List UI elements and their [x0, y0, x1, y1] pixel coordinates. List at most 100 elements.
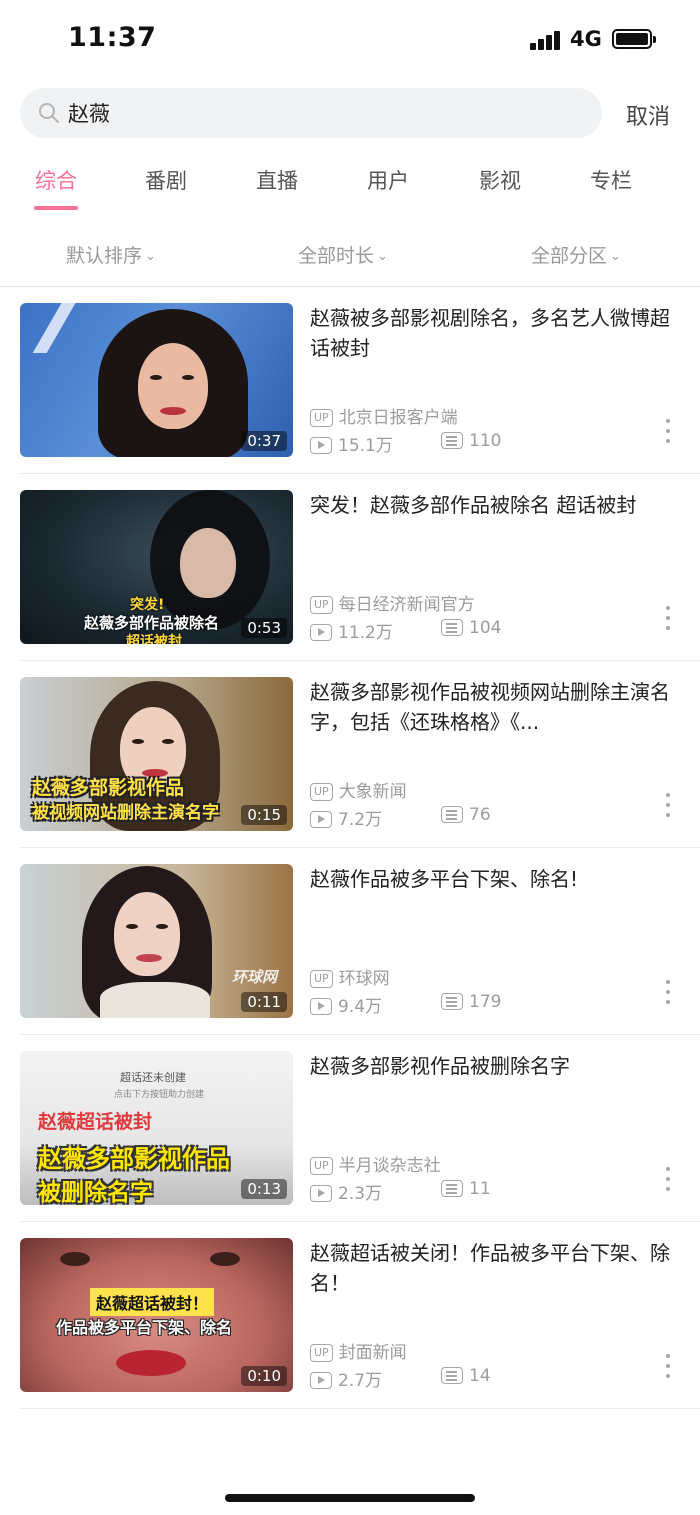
up-badge-icon: UP: [310, 596, 333, 614]
tab-bangumi[interactable]: 番剧: [121, 165, 211, 195]
more-options-icon[interactable]: [664, 980, 672, 1006]
more-options-icon[interactable]: [664, 1167, 672, 1193]
view-count: 2.3万: [310, 1179, 382, 1204]
view-count: 7.2万: [310, 805, 382, 830]
play-count-icon: [310, 998, 332, 1015]
danmaku-icon: [441, 619, 463, 636]
video-thumbnail[interactable]: 赵薇超话被封！ 作品被多平台下架、除名 0:10: [20, 1238, 293, 1392]
up-badge-icon: UP: [310, 970, 333, 988]
video-duration: 0:15: [241, 805, 287, 825]
danmaku-count: 11: [441, 1179, 491, 1199]
more-options-icon[interactable]: [664, 1354, 672, 1380]
video-thumbnail[interactable]: 环球网 0:11: [20, 864, 293, 1018]
network-type: 4G: [570, 27, 602, 51]
danmaku-count-value: 104: [469, 618, 502, 638]
video-result[interactable]: 超话还未创建 点击下方按钮助力创建 赵薇超话被封 赵薇多部影视作品 被删除名字 …: [0, 1035, 700, 1222]
view-count: 2.7万: [310, 1366, 382, 1391]
tab-live[interactable]: 直播: [232, 165, 322, 195]
danmaku-count-value: 179: [469, 992, 502, 1012]
chevron-down-icon: ⌄: [610, 249, 621, 264]
home-indicator[interactable]: [225, 1494, 475, 1502]
more-options-icon[interactable]: [664, 793, 672, 819]
danmaku-count: 76: [441, 805, 491, 825]
video-title[interactable]: 赵薇多部影视作品被删除名字: [310, 1051, 670, 1081]
video-duration: 0:10: [241, 1366, 287, 1386]
video-author[interactable]: UP 北京日报客户端: [310, 403, 458, 428]
chevron-down-icon: ⌄: [377, 249, 388, 264]
video-author[interactable]: UP 环球网: [310, 964, 390, 989]
thumbnail-caption: 突发!: [130, 597, 165, 613]
danmaku-icon: [441, 432, 463, 449]
thumbnail-caption: 超话还未创建: [120, 1071, 186, 1084]
danmaku-count-value: 14: [469, 1366, 491, 1386]
thumbnail-caption: 赵薇多部影视作品: [32, 777, 185, 799]
video-duration: 0:37: [241, 431, 287, 451]
video-thumbnail[interactable]: 超话还未创建 点击下方按钮助力创建 赵薇超话被封 赵薇多部影视作品 被删除名字 …: [20, 1051, 293, 1205]
video-title[interactable]: 赵薇多部影视作品被视频网站删除主演名字，包括《还珠格格》《...: [310, 677, 670, 737]
filter-duration[interactable]: 全部时长 ⌄: [298, 241, 388, 268]
view-count: 15.1万: [310, 431, 393, 456]
filter-sort[interactable]: 默认排序 ⌄: [66, 241, 156, 268]
video-thumbnail[interactable]: 0:37: [20, 303, 293, 457]
status-time: 11:37: [68, 22, 157, 53]
up-badge-icon: UP: [310, 409, 333, 427]
more-options-icon[interactable]: [664, 419, 672, 445]
danmaku-icon: [441, 1180, 463, 1197]
view-count-value: 11.2万: [338, 623, 393, 643]
thumbnail-watermark: 环球网: [232, 968, 278, 986]
video-duration: 0:53: [241, 618, 287, 638]
filter-category[interactable]: 全部分区 ⌄: [531, 241, 621, 268]
tab-all[interactable]: 综合: [11, 165, 101, 195]
search-icon: [39, 103, 59, 123]
video-result[interactable]: 赵薇多部影视作品 被视频网站删除主演名字 0:15 赵薇多部影视作品被视频网站删…: [0, 661, 700, 848]
video-title[interactable]: 赵薇超话被关闭！作品被多平台下架、除名！: [310, 1238, 670, 1298]
tab-film[interactable]: 影视: [455, 165, 545, 195]
video-result[interactable]: 赵薇超话被封！ 作品被多平台下架、除名 0:10 赵薇超话被关闭！作品被多平台下…: [0, 1222, 700, 1409]
danmaku-count-value: 76: [469, 805, 491, 825]
search-input[interactable]: [68, 88, 568, 138]
view-count-value: 7.2万: [338, 810, 383, 830]
video-result[interactable]: 突发! 赵薇多部作品被除名 超话被封 0:53 突发！赵薇多部作品被除名 超话被…: [0, 474, 700, 661]
video-title[interactable]: 赵薇作品被多平台下架、除名!: [310, 864, 670, 894]
more-options-icon[interactable]: [664, 606, 672, 632]
video-author[interactable]: UP 半月谈杂志社: [310, 1151, 441, 1176]
view-count: 9.4万: [310, 992, 382, 1017]
video-result[interactable]: 环球网 0:11 赵薇作品被多平台下架、除名! UP 环球网 9.4万 179: [0, 848, 700, 1035]
video-duration: 0:11: [241, 992, 287, 1012]
play-count-icon: [310, 1372, 332, 1389]
danmaku-count-value: 110: [469, 431, 502, 451]
tab-users[interactable]: 用户: [343, 165, 433, 195]
author-name: 大象新闻: [338, 782, 407, 802]
danmaku-count: 179: [441, 992, 501, 1012]
video-title[interactable]: 突发！赵薇多部作品被除名 超话被封: [310, 490, 670, 520]
filter-duration-label: 全部时长: [298, 245, 375, 267]
video-result[interactable]: 0:37 赵薇被多部影视剧除名，多名艺人微博超话被封 UP 北京日报客户端 15.…: [0, 287, 700, 474]
play-count-icon: [310, 437, 332, 454]
video-thumbnail[interactable]: 赵薇多部影视作品 被视频网站删除主演名字 0:15: [20, 677, 293, 831]
filter-category-label: 全部分区: [531, 245, 608, 267]
video-title[interactable]: 赵薇被多部影视剧除名，多名艺人微博超话被封: [310, 303, 670, 363]
up-badge-icon: UP: [310, 1157, 333, 1175]
thumbnail-caption: 赵薇多部作品被除名: [84, 614, 220, 632]
tab-columns[interactable]: 专栏: [566, 165, 656, 195]
view-count-value: 2.7万: [338, 1371, 383, 1391]
search-bar[interactable]: [20, 88, 602, 138]
cancel-button[interactable]: 取消: [626, 99, 670, 131]
thumbnail-caption: 被删除名字: [38, 1180, 153, 1205]
up-badge-icon: UP: [310, 1344, 333, 1362]
view-count-value: 15.1万: [338, 436, 393, 456]
author-name: 封面新闻: [338, 1343, 407, 1363]
filter-sort-label: 默认排序: [66, 245, 143, 267]
video-author[interactable]: UP 封面新闻: [310, 1338, 407, 1363]
view-count-value: 2.3万: [338, 1184, 383, 1204]
thumbnail-caption: 赵薇多部影视作品: [38, 1145, 230, 1173]
author-name: 每日经济新闻官方: [338, 595, 475, 615]
video-thumbnail[interactable]: 突发! 赵薇多部作品被除名 超话被封 0:53: [20, 490, 293, 644]
danmaku-count-value: 11: [469, 1179, 491, 1199]
thumbnail-caption: 点击下方按钮助力创建: [114, 1090, 205, 1100]
video-author[interactable]: UP 每日经济新闻官方: [310, 590, 475, 615]
view-count: 11.2万: [310, 618, 393, 643]
danmaku-icon: [441, 806, 463, 823]
thumbnail-caption: 超话被封: [126, 634, 182, 644]
video-author[interactable]: UP 大象新闻: [310, 777, 407, 802]
